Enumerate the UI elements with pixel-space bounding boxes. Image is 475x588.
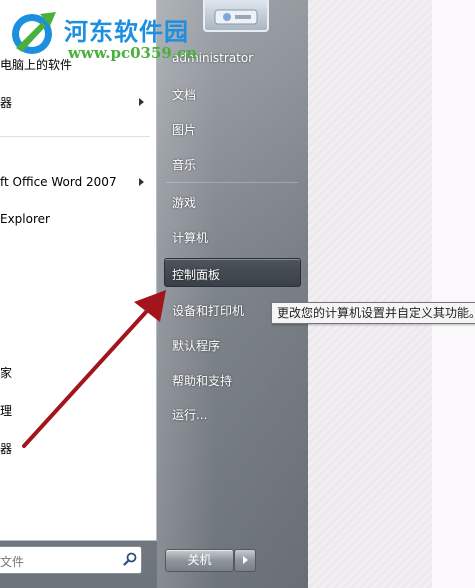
watermark-logo-icon [12, 12, 56, 54]
watermark-url: www.pc0359.cn [68, 44, 198, 62]
annotation-arrow [22, 290, 166, 448]
watermark-title: 河东软件园 [64, 17, 189, 46]
